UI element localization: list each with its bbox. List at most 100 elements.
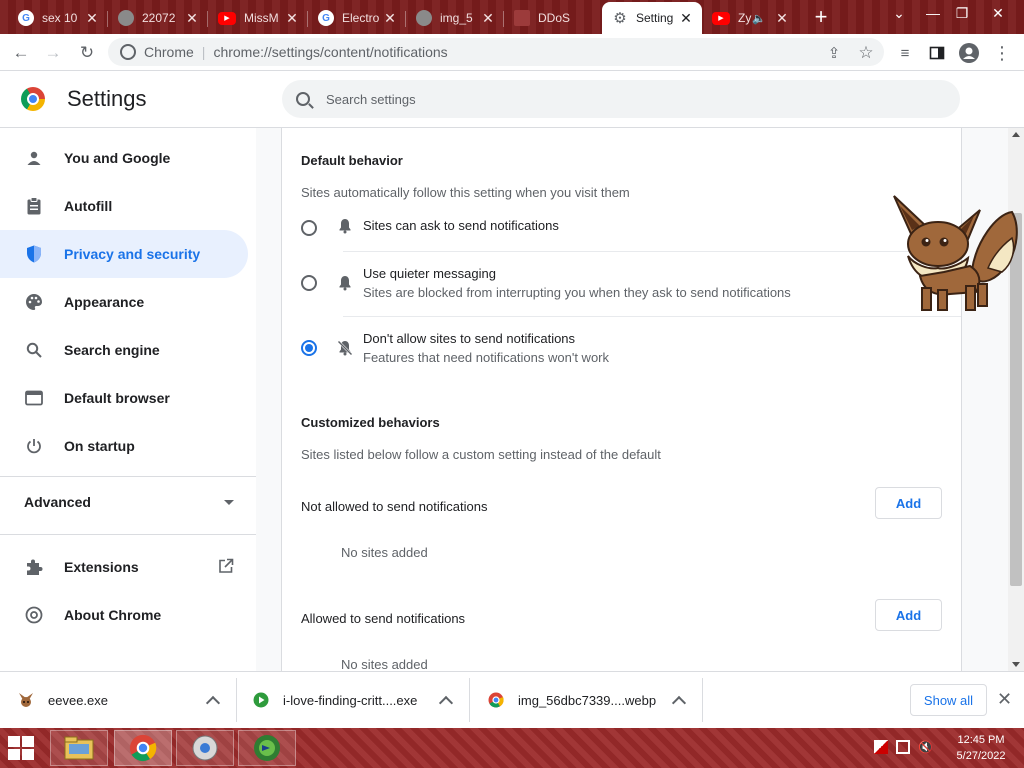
forward-arrow-icon[interactable]: → <box>42 42 64 64</box>
bell-off-icon <box>337 340 353 356</box>
add-allowed-site-button[interactable]: Add <box>875 599 942 631</box>
file-explorer-taskbar-button[interactable] <box>50 730 108 766</box>
sidebar-item-default-browser[interactable]: Default browser <box>0 374 248 422</box>
sidebar-item-search-engine[interactable]: Search engine <box>0 326 248 374</box>
close-icon[interactable]: ✕ <box>184 10 200 27</box>
audio-icon[interactable]: 🔈 <box>752 12 766 25</box>
more-menu-icon[interactable]: ⋮ <box>991 42 1013 64</box>
close-icon[interactable]: ✕ <box>678 10 694 27</box>
chevron-up-icon[interactable] <box>438 695 454 710</box>
close-icon[interactable]: ✕ <box>84 10 100 27</box>
tab-settings[interactable]: ⚙ Setting ✕ <box>602 2 702 34</box>
profile-avatar-icon[interactable] <box>958 42 980 64</box>
add-blocked-site-button[interactable]: Add <box>875 487 942 519</box>
network-icon[interactable] <box>896 740 910 754</box>
close-icon[interactable]: ✕ <box>997 689 1012 710</box>
tab-title: Electro <box>342 11 380 25</box>
radio-button[interactable] <box>301 275 317 291</box>
download-item[interactable]: eevee.exe <box>0 678 236 722</box>
share-icon[interactable]: ⇪ <box>823 42 845 64</box>
search-settings-input[interactable]: Search settings <box>282 80 960 118</box>
show-all-downloads-button[interactable]: Show all <box>910 684 987 716</box>
installer-taskbar-button[interactable] <box>176 730 234 766</box>
chevron-up-icon[interactable] <box>205 695 221 710</box>
tab-2[interactable]: 22072 ✕ <box>108 4 208 32</box>
sidebar-item-label: About Chrome <box>64 607 162 623</box>
reload-icon[interactable]: ↻ <box>76 42 98 64</box>
bookmark-star-icon[interactable]: ☆ <box>855 42 877 64</box>
volume-muted-icon[interactable]: 🔇 <box>918 740 933 754</box>
tab-3[interactable]: ▶ MissM ✕ <box>208 4 308 32</box>
sidebar-item-appearance[interactable]: Appearance <box>0 278 248 326</box>
restore-icon[interactable]: ❐ <box>952 5 972 22</box>
new-tab-button[interactable]: + <box>808 6 834 28</box>
close-icon[interactable]: ✕ <box>774 10 790 27</box>
eevee-sprite[interactable] <box>884 192 1020 316</box>
download-shelf: eevee.exe i-love-finding-critt....exe im… <box>0 671 1024 728</box>
close-icon[interactable]: ✕ <box>382 10 398 27</box>
option-description: Sites are blocked from interrupting you … <box>363 285 791 300</box>
close-icon[interactable]: ✕ <box>284 10 300 27</box>
download-item[interactable]: img_56dbc7339....webp <box>470 678 702 722</box>
minimize-icon[interactable]: — <box>923 5 943 21</box>
tab-title: Zy <box>738 11 752 25</box>
sidebar-item-about-chrome[interactable]: About Chrome <box>0 591 248 639</box>
chrome-icon <box>488 692 504 708</box>
tab-6[interactable]: DDoS <box>504 4 602 32</box>
not-allowed-label: Not allowed to send notifications <box>301 499 488 514</box>
media-queue-icon[interactable]: ≡ <box>894 42 916 64</box>
action-center-flag-icon[interactable] <box>874 740 888 754</box>
shield-icon <box>24 244 44 264</box>
system-clock[interactable]: 12:45 PM 5/27/2022 <box>945 732 1017 764</box>
sidebar-item-on-startup[interactable]: On startup <box>0 422 248 470</box>
sidebar-item-extensions[interactable]: Extensions <box>0 543 248 591</box>
sidebar-item-privacy-and-security[interactable]: Privacy and security <box>0 230 248 278</box>
settings-header: Settings Search settings <box>0 71 1024 128</box>
chrome-taskbar-button[interactable] <box>114 730 172 766</box>
tab-search-icon[interactable]: ⌄ <box>889 5 909 22</box>
row-divider <box>343 316 961 317</box>
address-bar[interactable]: Chrome | chrome://settings/content/notif… <box>108 38 884 66</box>
app-taskbar-button[interactable] <box>238 730 296 766</box>
tab-1[interactable]: G sex 10 ✕ <box>8 4 108 32</box>
close-icon[interactable]: ✕ <box>480 10 496 27</box>
sidebar-item-autofill[interactable]: Autofill <box>0 182 248 230</box>
scroll-up-arrow-icon[interactable] <box>1012 132 1020 137</box>
default-behavior-title: Default behavior <box>301 153 403 168</box>
person-icon <box>24 148 44 168</box>
scroll-down-arrow-icon[interactable] <box>1012 662 1020 667</box>
option-label: Don't allow sites to send notifications <box>363 331 576 346</box>
back-arrow-icon[interactable]: ← <box>10 42 32 64</box>
power-icon <box>24 436 44 456</box>
advanced-toggle[interactable]: Advanced <box>24 494 234 510</box>
option-dont-allow[interactable]: Don't allow sites to send notifications … <box>301 331 941 365</box>
sidebar-item-you-and-google[interactable]: You and Google <box>0 134 248 182</box>
side-panel-icon[interactable] <box>926 42 948 64</box>
search-placeholder: Search settings <box>326 91 416 107</box>
chevron-down-icon <box>224 500 234 505</box>
radio-button-selected[interactable] <box>301 340 317 356</box>
image-icon <box>416 10 432 26</box>
windows-start-button[interactable] <box>6 734 36 762</box>
browser-toolbar: ← → ↻ Chrome | chrome://settings/content… <box>0 34 1024 71</box>
puzzle-icon <box>24 557 44 577</box>
tab-5[interactable]: img_5 ✕ <box>406 4 504 32</box>
globe-app-icon <box>254 735 280 761</box>
close-window-icon[interactable]: ✕ <box>988 5 1008 22</box>
tab-8[interactable]: ▶ Zy 🔈 ✕ <box>702 4 798 32</box>
download-item[interactable]: i-love-finding-critt....exe <box>237 678 469 722</box>
clock-date: 5/27/2022 <box>956 750 1006 762</box>
no-sites-text: No sites added <box>341 657 428 671</box>
radio-button[interactable] <box>301 220 317 236</box>
customized-behaviors-title: Customized behaviors <box>301 415 440 430</box>
clipboard-icon <box>24 196 44 216</box>
clock-time: 12:45 PM <box>957 734 1005 746</box>
tab-4[interactable]: G Electro ✕ <box>308 4 406 32</box>
sidebar-item-label: Extensions <box>64 559 139 575</box>
chrome-icon <box>24 605 44 625</box>
option-allow-ask[interactable]: Sites can ask to send notifications <box>301 218 941 236</box>
download-filename: eevee.exe <box>48 692 108 708</box>
chevron-up-icon[interactable] <box>671 695 687 710</box>
option-label: Sites can ask to send notifications <box>363 218 559 233</box>
option-quieter[interactable]: Use quieter messaging Sites are blocked … <box>301 266 941 300</box>
